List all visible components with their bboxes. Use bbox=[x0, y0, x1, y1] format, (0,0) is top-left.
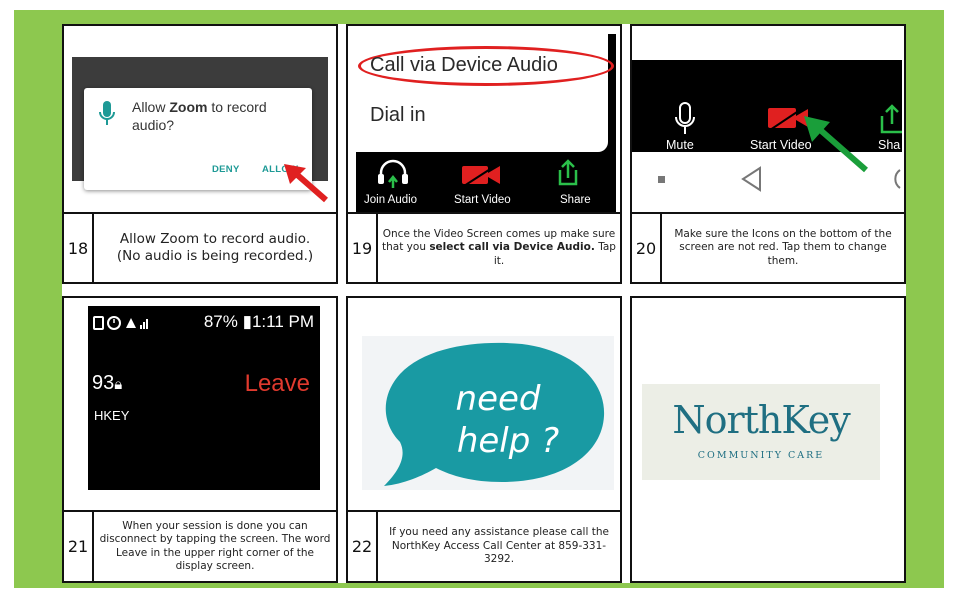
audio-permission-dialog: Allow Zoom to record audio? DENY ALLOW bbox=[84, 88, 312, 190]
status-bar-text: 87% ▮1:11 PM bbox=[203, 312, 314, 331]
start-video-label: Start Video bbox=[454, 194, 511, 206]
leave-button[interactable]: Leave bbox=[245, 370, 310, 398]
instruction-sheet: Allow Zoom to record audio? DENY ALLOW 1… bbox=[62, 24, 906, 583]
step-caption: Make sure the Icons on the bottom of the… bbox=[674, 227, 892, 267]
panel-22-caption: 22 If you need any assistance please cal… bbox=[346, 510, 622, 583]
green-arrow-icon bbox=[804, 116, 868, 173]
phone-screen: 87% ▮1:11 PM 93🔒︎ HKEY Leave bbox=[88, 306, 320, 490]
red-arrow-icon bbox=[284, 164, 328, 203]
recents-icon[interactable] bbox=[658, 176, 665, 183]
home-icon[interactable] bbox=[880, 166, 902, 192]
northkey-logo: NorthKey COMMUNITY CARE bbox=[642, 384, 880, 480]
status-icons bbox=[93, 316, 148, 330]
permission-message: Allow Zoom to record audio? bbox=[132, 99, 267, 134]
mute-label: Mute bbox=[666, 138, 694, 152]
share-icon[interactable] bbox=[554, 158, 582, 188]
meeting-id: 93🔒︎ bbox=[92, 372, 123, 394]
lock-icon: 🔒︎ bbox=[114, 376, 123, 393]
logo-name: NorthKey bbox=[672, 398, 850, 442]
step-number: 21 bbox=[64, 512, 94, 581]
deny-button[interactable]: DENY bbox=[212, 164, 240, 175]
panel-21-screenshot: 87% ▮1:11 PM 93🔒︎ HKEY Leave bbox=[62, 296, 338, 520]
back-icon[interactable] bbox=[740, 166, 762, 192]
dial-in-option[interactable]: Dial in bbox=[370, 104, 426, 127]
panel-19-screenshot: Call via Device Audio Dial in Join Audio… bbox=[346, 24, 622, 214]
panel-20-screenshot: Mute Start Video Sha bbox=[630, 24, 906, 214]
step-number: 19 bbox=[348, 214, 378, 282]
panel-22-image: need help ? bbox=[346, 296, 622, 520]
microphone-icon bbox=[99, 101, 115, 125]
panel-21-caption: 21 When your session is done you can dis… bbox=[62, 510, 338, 583]
panel-20-caption: 20 Make sure the Icons on the bottom of … bbox=[630, 212, 906, 284]
headphones-icon[interactable] bbox=[376, 156, 410, 190]
step-number: 18 bbox=[64, 214, 94, 282]
share-label: Sha bbox=[878, 138, 901, 152]
meeting-name: HKEY bbox=[94, 408, 130, 423]
bubble-line-2: help ? bbox=[457, 421, 559, 461]
panel-18-caption: 18 Allow Zoom to record audio. (No audio … bbox=[62, 212, 338, 284]
bubble-line-1: need bbox=[456, 379, 541, 419]
step-caption: If you need any assistance please call t… bbox=[389, 526, 609, 566]
panel-18-screenshot: Allow Zoom to record audio? DENY ALLOW bbox=[62, 24, 338, 214]
panel-19-caption: 19 Once the Video Screen comes up make s… bbox=[346, 212, 622, 284]
need-help-bubble-icon: need help ? bbox=[362, 336, 614, 490]
video-off-icon[interactable] bbox=[460, 162, 504, 188]
panel-logo: NorthKey COMMUNITY CARE bbox=[630, 296, 906, 583]
step-number: 20 bbox=[632, 214, 662, 282]
step-caption: When your session is done you can discon… bbox=[99, 519, 331, 572]
logo-subtitle: COMMUNITY CARE bbox=[697, 450, 825, 461]
join-audio-label: Join Audio bbox=[364, 194, 418, 206]
share-label: Share bbox=[560, 194, 591, 206]
call-via-device-audio-option[interactable]: Call via Device Audio bbox=[370, 54, 558, 77]
step-number: 22 bbox=[348, 512, 378, 581]
step-caption: Allow Zoom to record audio. (No audio is … bbox=[116, 230, 314, 264]
audio-menu: Call via Device Audio Dial in bbox=[356, 34, 614, 152]
share-icon[interactable] bbox=[878, 102, 904, 134]
step-caption: Once the Video Screen comes up make sure… bbox=[382, 227, 616, 267]
microphone-icon[interactable] bbox=[674, 102, 696, 136]
